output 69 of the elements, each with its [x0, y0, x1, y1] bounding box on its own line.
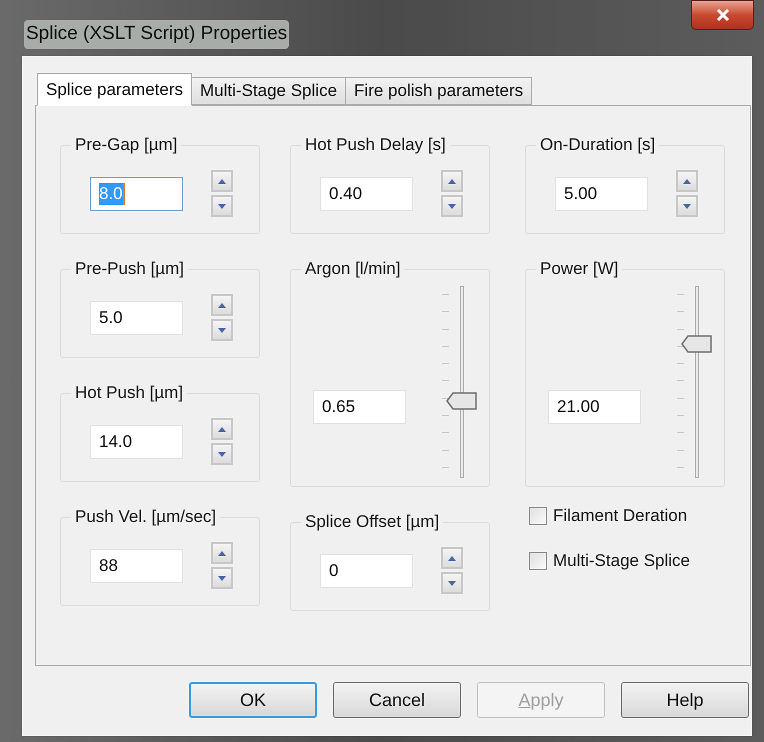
number-field[interactable]: 5.00 [555, 176, 648, 210]
group-label: Hot Push [µm] [75, 383, 184, 402]
slider-thumb[interactable] [446, 392, 478, 410]
group-label: On-Duration [s] [540, 135, 656, 154]
field-value: 14.0 [99, 430, 132, 452]
down-arrow-icon [448, 204, 456, 208]
spin-down-button[interactable] [211, 195, 233, 217]
spin-up-button[interactable] [441, 170, 463, 192]
field-value: 5.00 [564, 182, 598, 204]
group-label: Power [W] [540, 259, 618, 278]
field-value: 21.00 [557, 396, 600, 418]
field-value: 0 [329, 560, 338, 582]
spin-up-button[interactable] [211, 294, 233, 316]
close-button[interactable] [691, 0, 754, 30]
field-value: 5.0 [99, 306, 123, 328]
up-arrow-icon [448, 556, 456, 560]
up-arrow-icon [683, 178, 691, 184]
down-arrow-icon [218, 204, 226, 208]
number-field[interactable]: 0.65 [313, 390, 406, 424]
tab[interactable]: Splice parameters [37, 73, 192, 106]
down-arrow-icon [218, 576, 226, 580]
group-label: Hot Push Delay [s] [305, 135, 446, 154]
checkbox[interactable] [529, 507, 547, 525]
number-field[interactable]: 14.0 [90, 424, 183, 458]
field-value: 88 [99, 554, 118, 576]
close-icon [716, 9, 730, 21]
spin-down-button[interactable] [211, 567, 233, 589]
number-field[interactable]: 21.00 [548, 390, 641, 424]
group-label: Pre-Push [µm] [75, 259, 184, 278]
dialog-button[interactable]: OK [189, 682, 317, 718]
spin-down-button[interactable] [441, 572, 463, 594]
up-arrow-icon [218, 178, 226, 184]
field-value: 0.65 [322, 396, 356, 418]
dialog-button[interactable]: Help [621, 682, 749, 718]
spin-up-button[interactable] [211, 418, 233, 440]
spin-up-button[interactable] [441, 547, 463, 569]
spin-down-button[interactable] [211, 319, 233, 341]
group-label: Push Vel. [µm/sec] [75, 507, 216, 526]
number-field[interactable]: 88 [90, 548, 183, 582]
tab[interactable]: Multi-Stage Splice [191, 77, 346, 105]
slider-thumb[interactable] [681, 334, 713, 353]
group-label: Splice Offset [µm] [305, 512, 440, 531]
spin-down-button[interactable] [441, 195, 463, 217]
down-arrow-icon [218, 328, 226, 332]
group-label: Pre-Gap [µm] [75, 135, 178, 154]
down-arrow-icon [683, 204, 691, 208]
down-arrow-icon [218, 452, 226, 456]
down-arrow-icon [448, 580, 456, 586]
spin-up-button[interactable] [211, 542, 233, 564]
checkbox[interactable] [529, 552, 547, 570]
checkbox-label: Multi-Stage Splice [553, 550, 690, 572]
checkbox-label: Filament Deration [553, 505, 688, 528]
number-field[interactable]: 5.0 [90, 300, 183, 334]
field-value: 0.40 [329, 182, 362, 204]
spin-down-button[interactable] [211, 443, 233, 465]
window-title: Splice (XSLT Script) Properties [24, 20, 290, 48]
field-value: 8.0 [99, 182, 125, 204]
tab[interactable]: Fire polish parameters [345, 77, 532, 105]
group-label: Argon [l/min] [305, 259, 400, 278]
dialog-button[interactable]: Cancel [333, 682, 461, 718]
number-field[interactable]: 0 [320, 554, 413, 588]
spin-up-button[interactable] [676, 170, 698, 192]
number-field[interactable]: 0.40 [320, 176, 413, 210]
spin-up-button[interactable] [211, 170, 233, 192]
up-arrow-icon [218, 550, 226, 556]
spin-down-button[interactable] [676, 195, 698, 217]
up-arrow-icon [218, 426, 226, 432]
up-arrow-icon [448, 178, 456, 184]
up-arrow-icon [218, 302, 226, 308]
